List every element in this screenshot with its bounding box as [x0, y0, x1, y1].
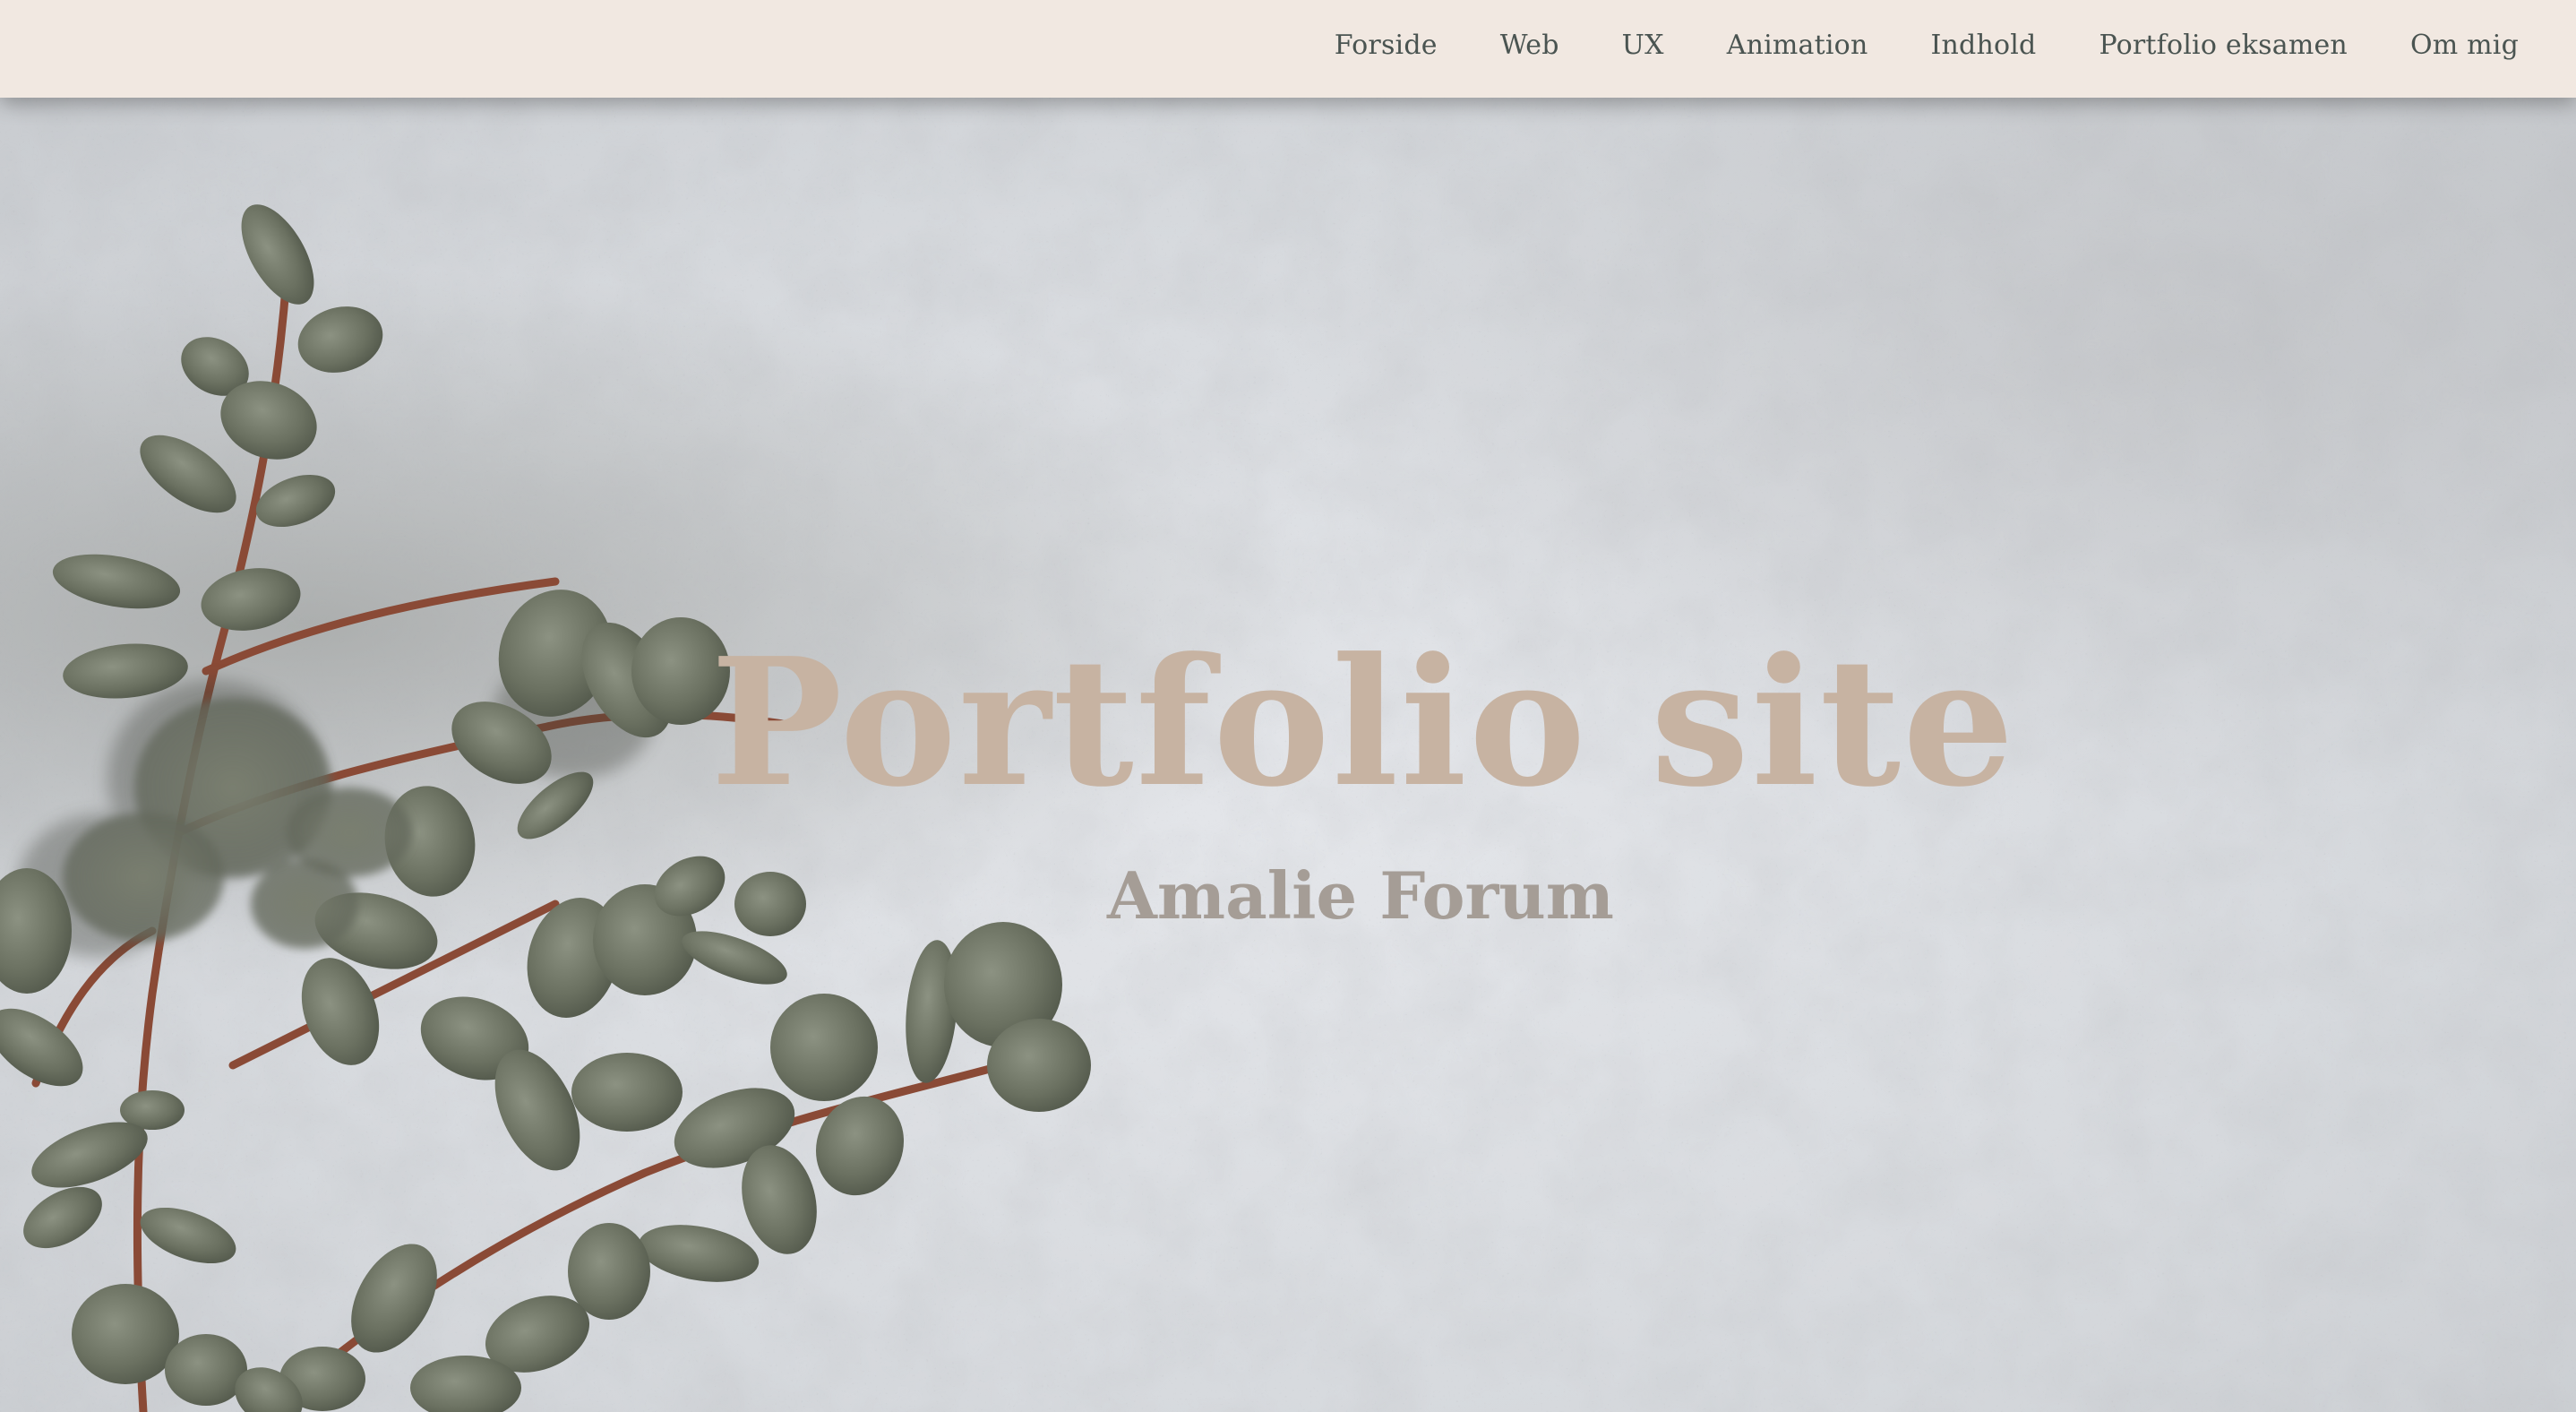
nav-link-ux[interactable]: UX	[1622, 30, 1664, 61]
nav-link-animation[interactable]: Animation	[1727, 30, 1868, 61]
nav-link-web[interactable]: Web	[1500, 30, 1559, 61]
hero-subtitle: Amalie Forum	[1107, 857, 1614, 934]
nav-link-portfolio-eksamen[interactable]: Portfolio eksamen	[2099, 30, 2348, 61]
nav-link-indhold[interactable]: Indhold	[1930, 30, 2036, 61]
hero-section: Portfolio site Amalie Forum	[0, 98, 2576, 1412]
hero-title: Portfolio site	[710, 620, 2016, 826]
nav-link-forside[interactable]: Forside	[1335, 30, 1438, 61]
nav-link-om-mig[interactable]: Om mig	[2410, 30, 2519, 61]
nav-menu: Forside Web UX Animation Indhold Portfol…	[1335, 0, 2519, 90]
top-navigation-bar: Forside Web UX Animation Indhold Portfol…	[0, 0, 2576, 98]
